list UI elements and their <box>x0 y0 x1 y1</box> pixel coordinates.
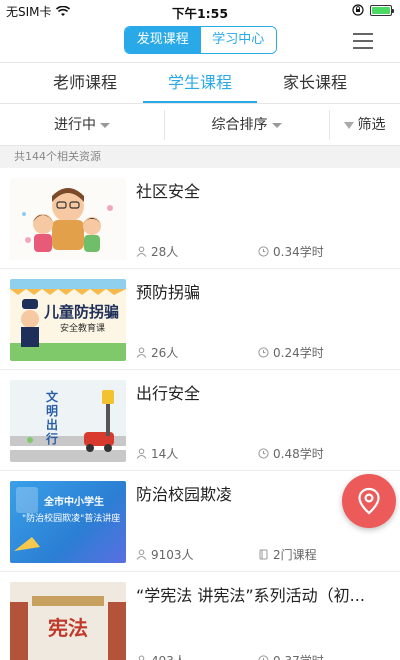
course-title: 预防拐骗 <box>136 283 201 302</box>
learner-count: 28人 <box>136 243 178 260</box>
chevron-down-icon <box>100 122 110 128</box>
course-title: 出行安全 <box>136 384 201 403</box>
tab-student-courses[interactable]: 学生课程 <box>145 63 255 103</box>
segmented-control: 发现课程 学习中心 <box>124 26 277 54</box>
location-button[interactable] <box>342 474 396 528</box>
person-icon <box>136 448 147 459</box>
clock-icon <box>258 448 269 459</box>
course-hours: 0.37学时 <box>258 652 324 660</box>
filter-button[interactable]: 筛选 <box>329 104 400 146</box>
active-tab-indicator <box>143 101 257 103</box>
course-item[interactable]: 宪法 “学宪法 讲宪法”系列活动（初... 493人 0.37学时 <box>0 572 400 660</box>
course-hours: 0.48学时 <box>258 445 324 462</box>
learner-count-text: 28人 <box>151 245 179 259</box>
course-hours: 0.24学时 <box>258 344 324 361</box>
person-icon <box>138 655 145 660</box>
tab-parent-courses[interactable]: 家长课程 <box>260 63 370 103</box>
book-icon <box>259 549 268 560</box>
course-count: 2门课程 <box>258 546 317 563</box>
thumbnail-caption: 文明出行 <box>46 390 59 446</box>
learner-count-text: 14人 <box>151 447 179 461</box>
learner-count: 26人 <box>136 344 178 361</box>
person-icon <box>136 549 147 560</box>
clock-icon <box>258 246 269 257</box>
course-thumbnail: 文明出行 <box>10 380 126 462</box>
course-title: 社区安全 <box>136 182 201 201</box>
course-hours-text: 0.24学时 <box>273 346 324 360</box>
person-icon <box>136 347 147 358</box>
person-icon <box>136 246 147 257</box>
thumbnail-caption: 全市中小学生 <box>44 497 104 508</box>
course-thumbnail: 宪法 <box>10 582 126 660</box>
course-title: “学宪法 讲宪法”系列活动（初... <box>136 586 365 605</box>
thumbnail-subcaption: "防治校园欺凌"普法讲座 <box>22 514 121 524</box>
status-right <box>352 4 394 16</box>
course-item[interactable]: 儿童防拐骗 安全教育课 预防拐骗 26人 0.24学时 <box>0 269 400 370</box>
top-header: 发现课程 学习中心 <box>0 22 400 62</box>
learner-count-text: 9103人 <box>151 548 194 562</box>
status-filter-dropdown[interactable]: 进行中 <box>0 104 164 146</box>
tab-teacher-courses[interactable]: 老师课程 <box>30 63 140 103</box>
course-hours-text: 0.48学时 <box>273 447 324 461</box>
status-time: 下午1:55 <box>171 6 229 21</box>
chevron-down-icon <box>271 122 282 128</box>
segment-discover-courses[interactable]: 发现课程 <box>125 27 201 53</box>
orientation-lock-icon <box>352 4 364 16</box>
course-thumbnail: 儿童防拐骗 安全教育课 <box>10 279 126 361</box>
learner-count: 14人 <box>136 445 178 462</box>
filter-bar: 进行中 综合排序 筛选 <box>0 104 400 146</box>
filter-label: 筛选 <box>357 117 386 133</box>
course-item[interactable]: 社区安全 28人 0.34学时 <box>0 168 400 269</box>
course-hours-text: 0.34学时 <box>273 245 324 259</box>
thumbnail-subcaption: 安全教育课 <box>60 324 106 334</box>
learner-count-text: 26人 <box>151 346 179 360</box>
course-hours: 0.34学时 <box>258 243 324 260</box>
menu-icon[interactable] <box>353 32 373 50</box>
course-thumbnail <box>10 178 126 260</box>
location-pin-icon <box>358 487 380 515</box>
clock-icon <box>258 655 269 660</box>
learner-count: 9103人 <box>136 546 194 563</box>
course-item[interactable]: 全市中小学生 "防治校园欺凌"普法讲座 防治校园欺凌 9103人 2门课程 <box>0 471 400 572</box>
sort-dropdown[interactable]: 综合排序 <box>164 104 329 146</box>
segment-learning-center[interactable]: 学习中心 <box>200 27 276 53</box>
status-bar: 无SIM卡 下午1:55 <box>0 0 400 22</box>
status-filter-label: 进行中 <box>54 117 96 133</box>
course-item[interactable]: 文明出行 出行安全 14人 0.48学时 <box>0 370 400 471</box>
funnel-icon <box>343 121 354 129</box>
learner-count-text: 493人 <box>151 652 186 660</box>
sort-label: 综合排序 <box>211 117 268 133</box>
course-tabs: 老师课程 学生课程 家长课程 <box>0 62 400 104</box>
battery-icon <box>370 4 394 16</box>
clock-icon <box>258 347 269 358</box>
thumbnail-caption: 儿童防拐骗 <box>44 303 120 321</box>
learner-count: 493人 <box>136 652 186 660</box>
course-hours-text: 0.37学时 <box>273 652 324 660</box>
course-count-text: 2门课程 <box>273 548 317 562</box>
resource-count: 共144个相关资源 <box>0 146 400 168</box>
thumbnail-caption: 宪法 <box>48 616 88 640</box>
course-thumbnail: 全市中小学生 "防治校园欺凌"普法讲座 <box>10 481 126 563</box>
